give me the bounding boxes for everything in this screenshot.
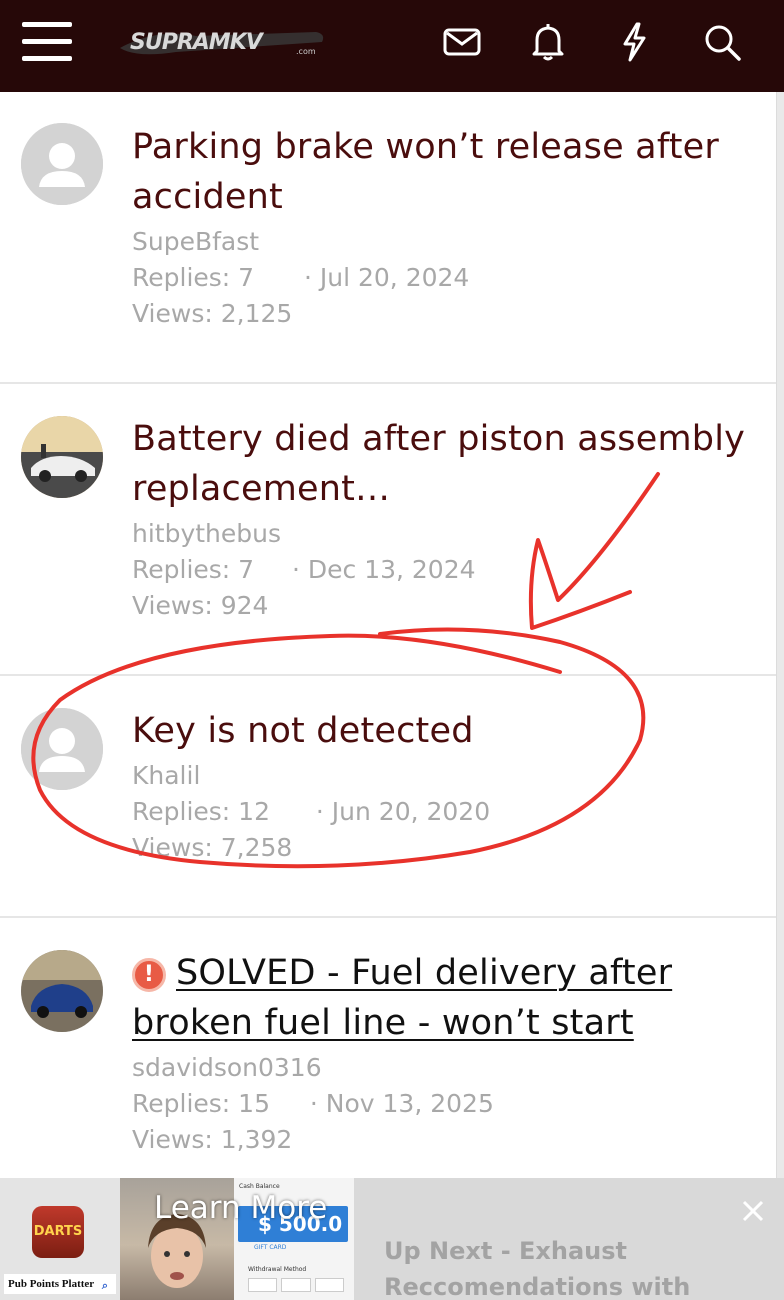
scrollbar[interactable] bbox=[776, 92, 784, 1178]
thread-item[interactable]: Key is not detected Khalil Replies: 12 ·… bbox=[0, 676, 776, 918]
thread-replies: Replies: 12 bbox=[132, 797, 270, 826]
lightning-icon[interactable] bbox=[612, 20, 656, 64]
ad-app-label: Pub Points Platter ⌕ bbox=[4, 1274, 116, 1294]
thread-date: · Jul 20, 2024 bbox=[303, 263, 470, 292]
white-car-avatar[interactable] bbox=[21, 416, 103, 498]
learn-more-link[interactable]: Learn More bbox=[154, 1190, 327, 1226]
bell-icon[interactable] bbox=[526, 20, 570, 64]
thread-item[interactable]: ! SOLVED - Fuel delivery after broken fue… bbox=[0, 918, 776, 1180]
alert-badge-icon: ! bbox=[132, 958, 166, 992]
thread-title[interactable]: ! SOLVED - Fuel delivery after broken fue… bbox=[132, 948, 746, 1048]
site-logo[interactable]: SUPRAMKV .com bbox=[116, 18, 328, 64]
thread-author[interactable]: hitbythebus bbox=[132, 516, 746, 552]
search-icon[interactable] bbox=[700, 20, 744, 64]
thread-date: · Jun 20, 2020 bbox=[315, 797, 491, 826]
default-avatar[interactable] bbox=[21, 123, 103, 205]
thread-author[interactable]: SupeBfast bbox=[132, 224, 746, 260]
svg-text:SUPRAMKV: SUPRAMKV bbox=[130, 30, 265, 55]
thread-views: Views: 1,392 bbox=[132, 1125, 293, 1154]
blue-car-avatar[interactable] bbox=[21, 950, 103, 1032]
thread-views: Views: 2,125 bbox=[132, 299, 293, 328]
thread-views: Views: 7,258 bbox=[132, 833, 293, 862]
thread-list: Parking brake won’t release after accide… bbox=[0, 92, 776, 1180]
default-avatar[interactable] bbox=[21, 708, 103, 790]
thread-date: · Dec 13, 2024 bbox=[291, 555, 476, 584]
up-next-text[interactable]: Up Next - Exhaust Reccomendations with bbox=[384, 1233, 714, 1300]
top-navigation-bar: SUPRAMKV .com bbox=[0, 0, 784, 92]
thread-author[interactable]: sdavidson0316 bbox=[132, 1050, 746, 1086]
thread-title-text[interactable]: SOLVED - Fuel delivery after broken fuel… bbox=[132, 953, 672, 1043]
darts-app-icon: DARTS bbox=[32, 1206, 84, 1258]
thread-title[interactable]: Key is not detected bbox=[132, 706, 746, 756]
thread-author[interactable]: Khalil bbox=[132, 758, 746, 794]
close-icon[interactable] bbox=[736, 1194, 770, 1228]
thread-replies: Replies: 7 bbox=[132, 555, 255, 584]
thread-item[interactable]: Parking brake won’t release after accide… bbox=[0, 92, 776, 384]
envelope-icon[interactable] bbox=[440, 20, 484, 64]
ad-app-tile[interactable]: DARTS Pub Points Platter ⌕ bbox=[0, 1178, 120, 1300]
thread-title[interactable]: Parking brake won’t release after accide… bbox=[132, 122, 746, 222]
thread-date: · Nov 13, 2025 bbox=[309, 1089, 494, 1118]
thread-title[interactable]: Battery died after piston assembly repla… bbox=[132, 414, 746, 514]
svg-text:.com: .com bbox=[296, 47, 316, 56]
menu-icon[interactable] bbox=[22, 22, 74, 62]
thread-replies: Replies: 7 bbox=[132, 263, 255, 292]
ad-banner[interactable]: DARTS Pub Points Platter ⌕ Cash Balance … bbox=[0, 1178, 784, 1300]
thread-replies: Replies: 15 bbox=[132, 1089, 270, 1118]
thread-views: Views: 924 bbox=[132, 591, 269, 620]
thread-item[interactable]: Battery died after piston assembly repla… bbox=[0, 384, 776, 676]
search-icon: ⌕ bbox=[101, 1280, 108, 1292]
